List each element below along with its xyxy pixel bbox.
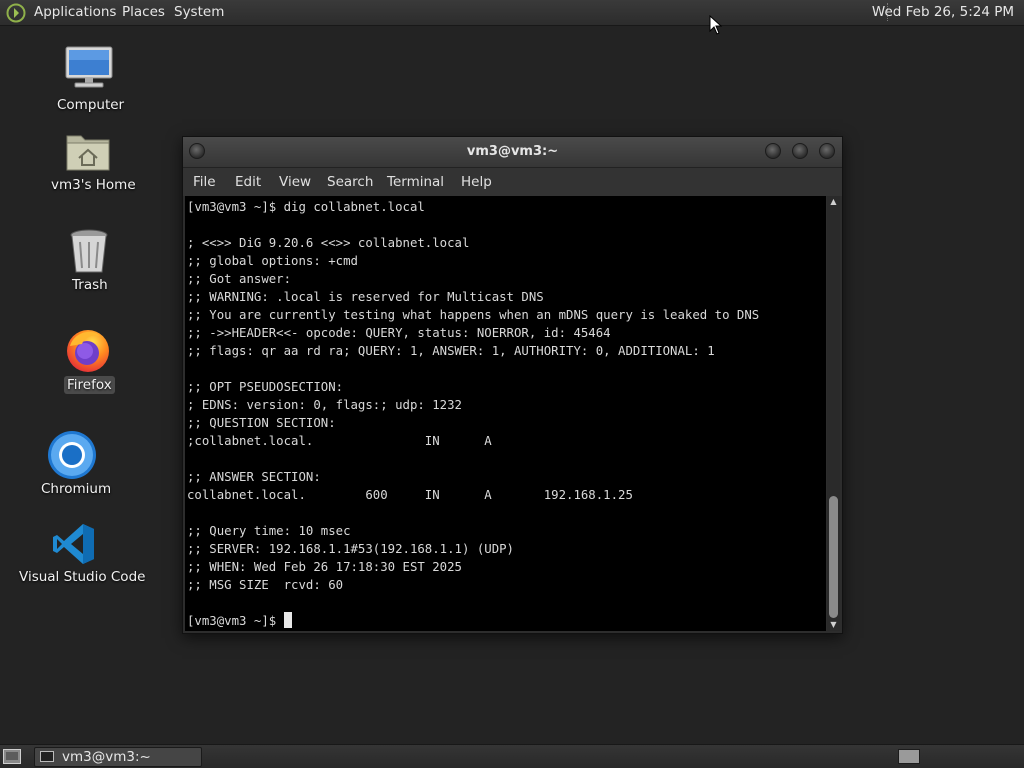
terminal-output[interactable]: [vm3@vm3 ~]$ dig collabnet.local ; <<>> … [185, 196, 826, 631]
taskbar-window-button[interactable]: vm3@vm3:~ [34, 747, 202, 767]
terminal-cursor [283, 612, 292, 628]
desktop-icon-chromium[interactable]: Chromium [36, 428, 111, 498]
workspace-switcher[interactable] [898, 749, 920, 764]
desktop-icon-trash[interactable]: Trash [56, 226, 122, 296]
terminal-icon [40, 751, 54, 762]
mouse-pointer-icon [709, 15, 723, 35]
menu-edit[interactable]: Edit [235, 174, 261, 191]
firefox-label: Firefox [64, 376, 115, 394]
scroll-down-arrow-icon[interactable]: ▼ [827, 619, 840, 631]
maximize-button[interactable] [792, 143, 808, 159]
minimize-button[interactable] [765, 143, 781, 159]
window-title: vm3@vm3:~ [466, 144, 559, 159]
firefox-icon [67, 330, 109, 372]
window-titlebar[interactable]: vm3@vm3:~ [183, 137, 842, 168]
home-label: vm3's Home [51, 177, 136, 193]
distro-logo-icon[interactable] [6, 3, 26, 23]
bottom-panel: vm3@vm3:~ [0, 744, 1024, 768]
chromium-icon [48, 431, 96, 479]
desktop-icon-home[interactable]: vm3's Home [46, 126, 136, 196]
vscode-label: Visual Studio Code [19, 569, 146, 585]
desktop-icon-firefox[interactable]: Firefox [56, 324, 122, 396]
menu-search[interactable]: Search [327, 174, 373, 191]
top-panel: Applications Places System Wed Feb 26, 5… [0, 0, 1024, 26]
chromium-label: Chromium [41, 481, 112, 497]
terminal-prompt: [vm3@vm3 ~]$ [187, 614, 284, 628]
show-desktop-icon[interactable] [3, 749, 21, 764]
system-menu[interactable]: System [174, 4, 224, 21]
places-menu[interactable]: Places [122, 4, 165, 21]
trash-label: Trash [72, 277, 108, 293]
desktop: Applications Places System Wed Feb 26, 5… [0, 0, 1024, 768]
vscode-icon [53, 524, 94, 564]
menu-file[interactable]: File [193, 174, 216, 191]
computer-icon [65, 46, 113, 88]
taskbar-window-label: vm3@vm3:~ [62, 749, 151, 765]
clock[interactable]: Wed Feb 26, 5:24 PM [872, 4, 1014, 21]
scrollbar-thumb[interactable] [829, 496, 838, 618]
terminal-menubar: File Edit View Search Terminal Help [183, 168, 842, 196]
computer-label: Computer [57, 97, 125, 113]
terminal-window[interactable]: vm3@vm3:~ File Edit View Search Terminal… [182, 136, 843, 634]
menu-help[interactable]: Help [461, 174, 492, 191]
terminal-scrollbar[interactable]: ▲ ▼ [827, 196, 840, 631]
desktop-icon-vscode[interactable]: Visual Studio Code [16, 518, 145, 588]
home-folder-icon [66, 135, 110, 171]
close-button[interactable] [819, 143, 835, 159]
applications-menu[interactable]: Applications [34, 4, 116, 21]
trash-icon [70, 229, 108, 273]
scroll-up-arrow-icon[interactable]: ▲ [827, 196, 840, 208]
terminal-text: [vm3@vm3 ~]$ dig collabnet.local ; <<>> … [187, 200, 760, 628]
menu-terminal[interactable]: Terminal [387, 174, 444, 191]
menu-view[interactable]: View [279, 174, 311, 191]
desktop-icon-computer[interactable]: Computer [50, 44, 128, 114]
